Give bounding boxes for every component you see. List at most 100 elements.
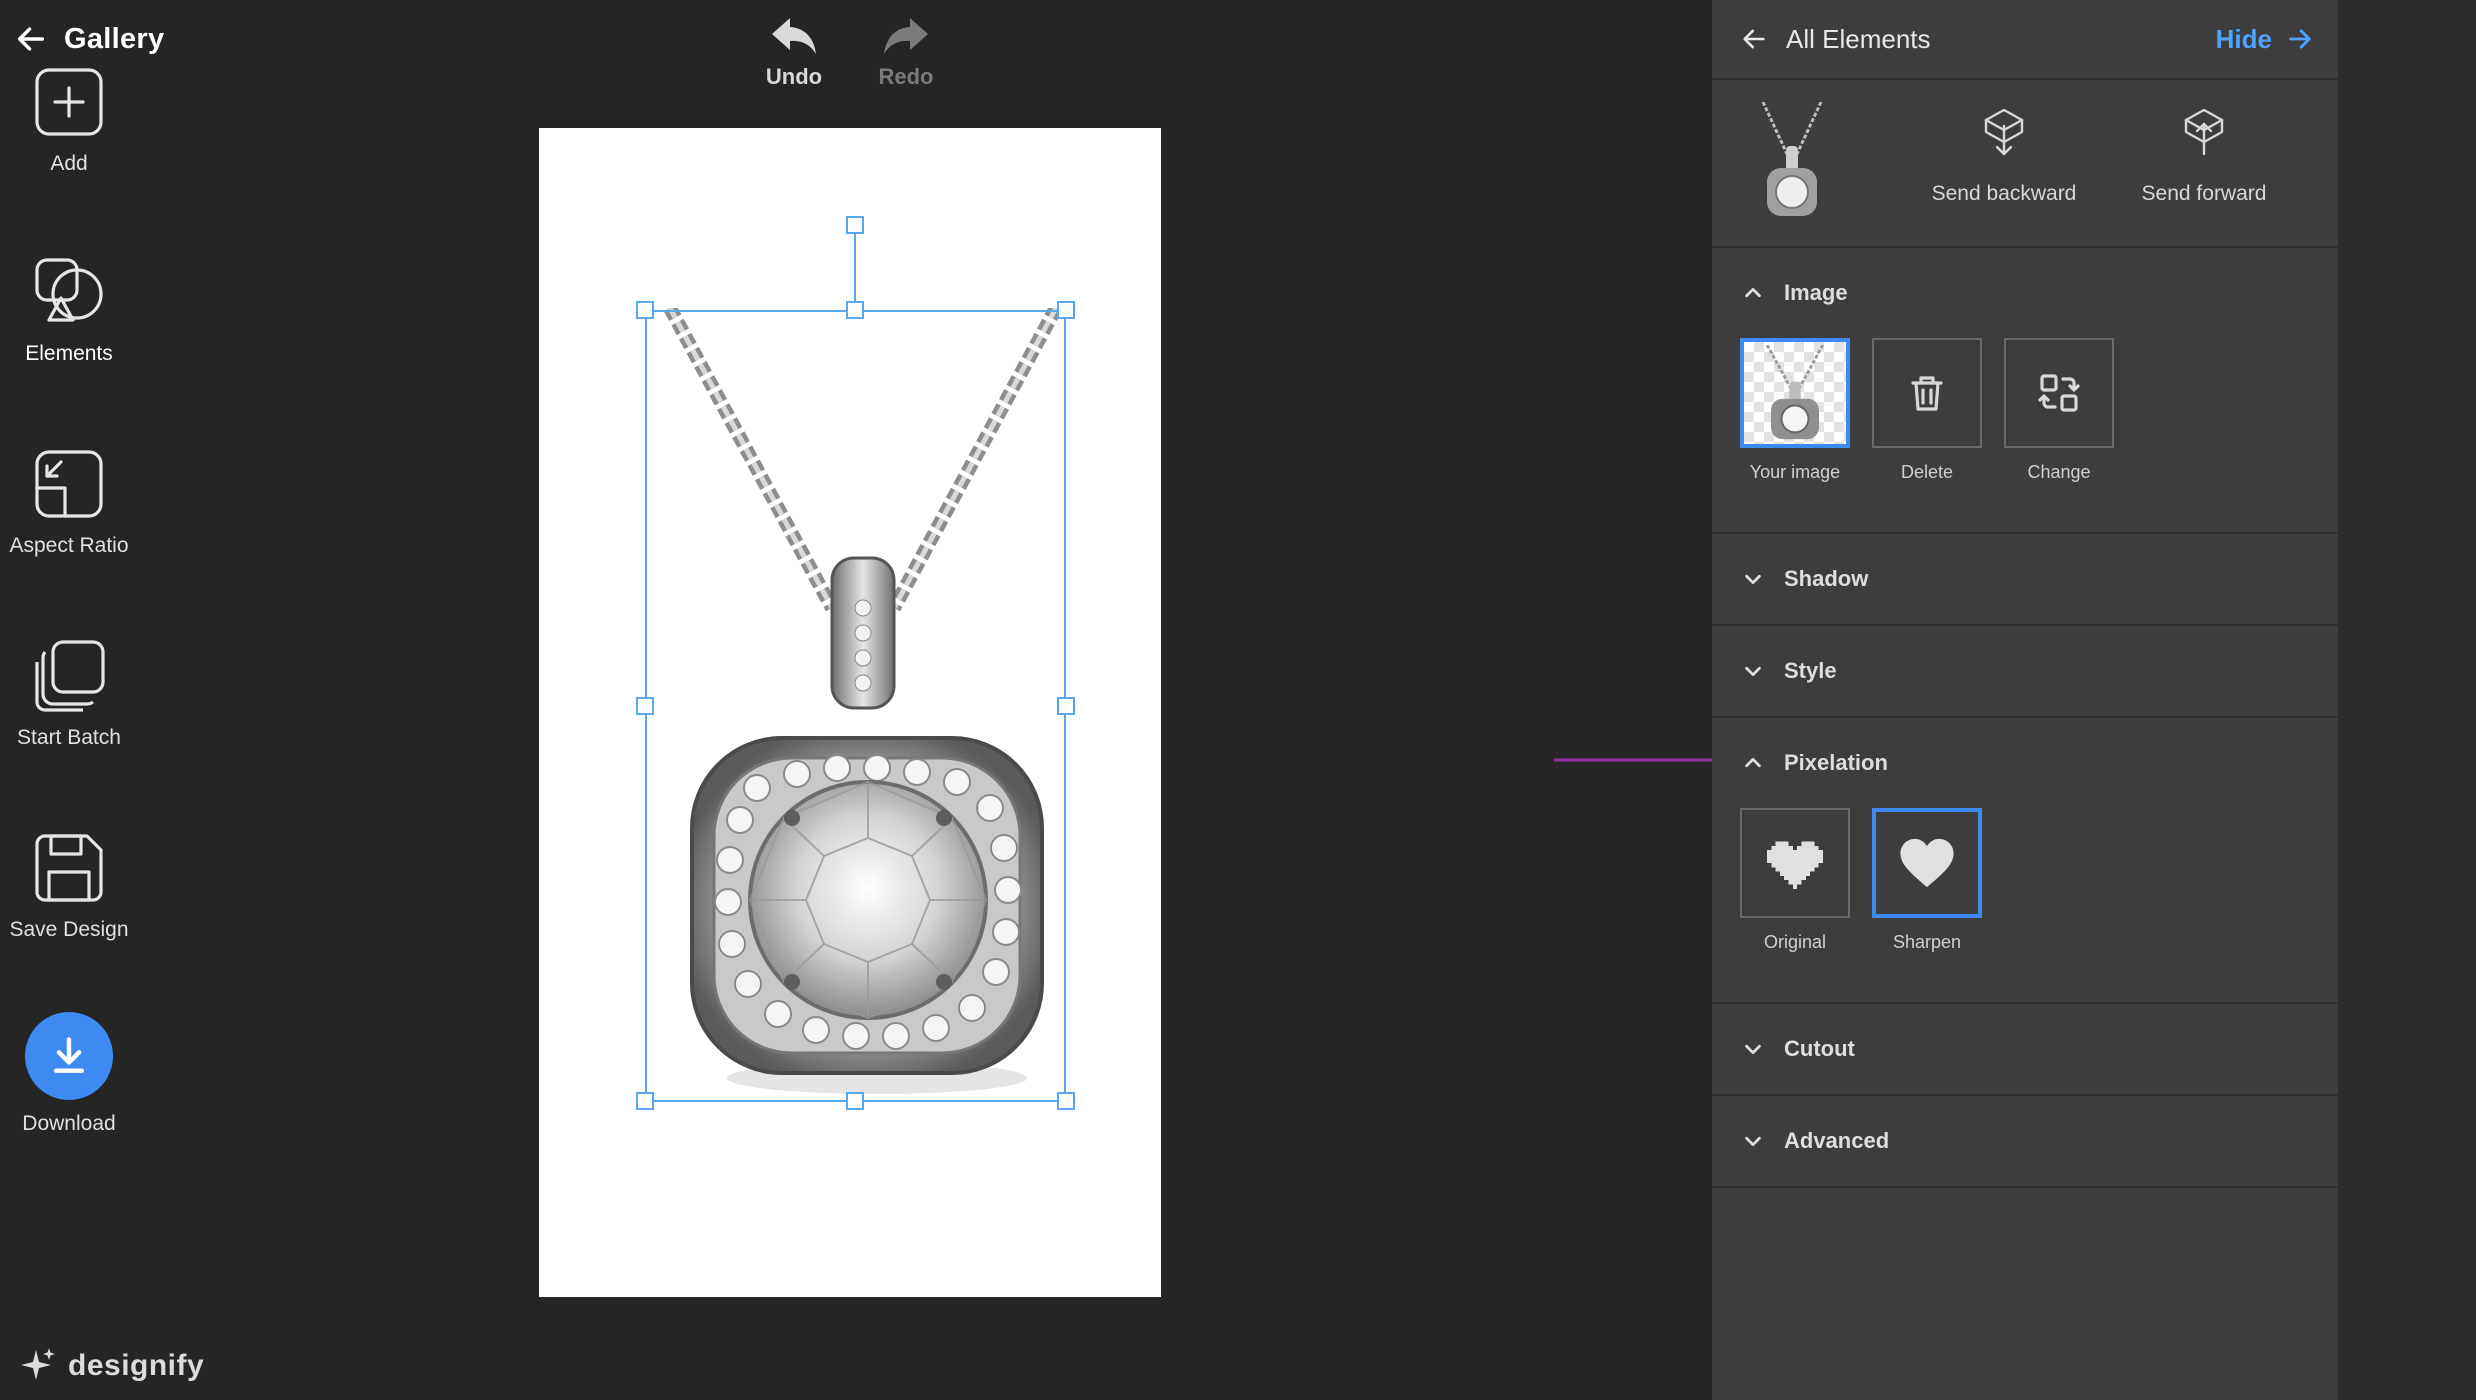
- brand-logo: designify: [16, 1346, 204, 1386]
- all-elements-label: All Elements: [1786, 23, 1931, 54]
- selected-element-row: Send backward Send forward: [1712, 80, 2338, 248]
- rail-add-button[interactable]: Add: [0, 64, 138, 176]
- chevron-up-icon: [1745, 757, 1761, 768]
- change-image-tile[interactable]: Change: [2004, 338, 2114, 483]
- resize-handle-bottom[interactable]: [846, 1092, 864, 1110]
- section-style: Style: [1712, 626, 2338, 718]
- sharpen-box: [1872, 808, 1982, 918]
- chevron-down-icon: [1745, 1044, 1761, 1055]
- section-image-header[interactable]: Image: [1712, 248, 2338, 338]
- section-image: Image Your image Delete Change: [1712, 248, 2338, 534]
- elements-panel: All Elements Hide Send backward Send for…: [1712, 0, 2338, 1400]
- rail-start-batch-button[interactable]: Start Batch: [0, 638, 138, 750]
- delete-box: [1872, 338, 1982, 448]
- undo-button[interactable]: Undo: [744, 14, 844, 96]
- chevron-down-icon: [1745, 666, 1761, 677]
- gallery-label: Gallery: [64, 22, 165, 55]
- pixelation-sharpen-tile[interactable]: Sharpen: [1872, 808, 1982, 953]
- trash-icon: [1911, 376, 1943, 411]
- resize-handle-top-left[interactable]: [636, 301, 654, 319]
- pendant-thumbnail-icon: [1765, 345, 1825, 440]
- gallery-back-button[interactable]: Gallery: [14, 14, 164, 64]
- stack-icon: [35, 640, 105, 712]
- chevron-up-icon: [1745, 287, 1761, 298]
- sparkle-icon: [21, 1348, 55, 1380]
- pixel-heart-icon: [1767, 841, 1823, 889]
- resize-handle-top-right[interactable]: [1057, 301, 1075, 319]
- section-image-title: Image: [1784, 280, 1848, 305]
- original-label: Original: [1763, 932, 1827, 952]
- hide-panel-button[interactable]: Hide: [2216, 24, 2314, 55]
- send-backward-button[interactable]: Send backward: [1904, 106, 2104, 206]
- download-icon: [53, 1037, 85, 1073]
- pendant-necklace-image[interactable]: [652, 308, 1072, 1108]
- shapes-icon: [35, 258, 103, 322]
- panel-header: All Elements Hide: [1712, 0, 2338, 80]
- rail-aspect-ratio-label: Aspect Ratio: [9, 534, 129, 557]
- aspect-ratio-icon: [35, 450, 103, 518]
- rail-save-design-label: Save Design: [9, 918, 129, 941]
- arrow-left-icon: [17, 27, 45, 51]
- rail-download-label: Download: [22, 1112, 116, 1135]
- heart-icon: [1900, 838, 1954, 888]
- rail-add-label: Add: [50, 152, 88, 175]
- chevron-down-icon: [1745, 1136, 1761, 1147]
- rail-elements-button[interactable]: Elements: [0, 254, 138, 366]
- section-pixelation: Pixelation Original Sharpen: [1712, 718, 2338, 1004]
- change-box: [2004, 338, 2114, 448]
- tool-rail: [2338, 0, 2476, 1400]
- plus-square-icon: [35, 68, 103, 136]
- your-image-label: Your image: [1749, 462, 1841, 482]
- rail-aspect-ratio-button[interactable]: Aspect Ratio: [0, 446, 138, 558]
- undo-icon: [772, 18, 816, 54]
- send-forward-icon: [2184, 108, 2224, 156]
- redo-icon: [884, 18, 928, 54]
- change-label: Change: [2027, 462, 2091, 482]
- your-image-tile[interactable]: Your image: [1740, 338, 1850, 483]
- section-cutout-title: Cutout: [1784, 1036, 1855, 1061]
- undo-label: Undo: [765, 64, 823, 89]
- download-circle: [25, 1012, 113, 1100]
- section-style-title: Style: [1784, 658, 1837, 683]
- redo-button[interactable]: Redo: [856, 14, 956, 96]
- section-pixelation-header[interactable]: Pixelation: [1712, 718, 2338, 808]
- original-box: [1740, 808, 1850, 918]
- sharpen-label: Sharpen: [1892, 932, 1962, 952]
- resize-handle-bottom-left[interactable]: [636, 1092, 654, 1110]
- section-cutout-header[interactable]: Cutout: [1712, 1004, 2338, 1094]
- resize-handle-right[interactable]: [1057, 697, 1075, 715]
- chevron-down-icon: [1745, 574, 1761, 585]
- send-forward-button[interactable]: Send forward: [2104, 106, 2304, 206]
- hide-label: Hide: [2215, 23, 2272, 54]
- element-thumbnail[interactable]: [1759, 102, 1825, 220]
- section-style-header[interactable]: Style: [1712, 626, 2338, 716]
- section-advanced-title: Advanced: [1784, 1128, 1890, 1153]
- rail-elements-label: Elements: [25, 342, 113, 365]
- rail-start-batch-label: Start Batch: [17, 726, 121, 749]
- arrow-left-icon: [1743, 29, 1765, 49]
- send-backward-label: Send backward: [1931, 182, 2077, 205]
- section-shadow-title: Shadow: [1784, 566, 1869, 591]
- your-image-thumbnail: [1740, 338, 1850, 448]
- floppy-icon: [35, 834, 103, 902]
- rail-download-button[interactable]: Download: [0, 1012, 138, 1136]
- section-shadow-header[interactable]: Shadow: [1712, 534, 2338, 624]
- section-pixelation-title: Pixelation: [1784, 750, 1888, 775]
- rail-save-design-button[interactable]: Save Design: [0, 830, 138, 942]
- pixelation-original-tile[interactable]: Original: [1740, 808, 1850, 953]
- rotate-handle[interactable]: [846, 216, 864, 234]
- redo-label: Redo: [878, 64, 934, 89]
- section-advanced: Advanced: [1712, 1096, 2338, 1188]
- section-cutout: Cutout: [1712, 1004, 2338, 1096]
- section-advanced-header[interactable]: Advanced: [1712, 1096, 2338, 1186]
- rotation-handle-line: [854, 234, 856, 310]
- section-shadow: Shadow: [1712, 534, 2338, 626]
- resize-handle-top[interactable]: [846, 301, 864, 319]
- delete-image-tile[interactable]: Delete: [1872, 338, 1982, 483]
- annotation-arrow-icon: [1554, 751, 1734, 769]
- all-elements-back-button[interactable]: All Elements: [1740, 24, 1931, 55]
- resize-handle-left[interactable]: [636, 697, 654, 715]
- send-forward-label: Send forward: [2141, 182, 2267, 205]
- resize-handle-bottom-right[interactable]: [1057, 1092, 1075, 1110]
- send-backward-icon: [1984, 108, 2024, 156]
